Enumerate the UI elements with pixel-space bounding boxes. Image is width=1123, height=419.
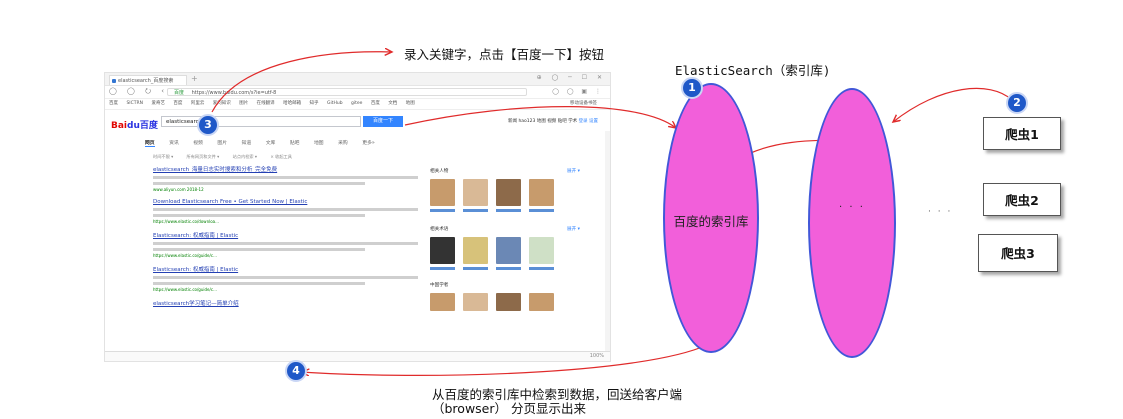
crawler-2-box: 爬虫2	[983, 183, 1061, 216]
crawler-3-box: 爬虫3	[978, 234, 1058, 272]
arrow-to-top-note	[211, 52, 392, 113]
step-1-badge: 1	[681, 77, 703, 99]
baidu-index-label: 百度的索引库	[673, 214, 749, 229]
crawler-index-ellipse	[808, 88, 896, 358]
step-2-badge: 2	[1006, 92, 1028, 114]
arrow-search-to-index	[404, 106, 676, 128]
step-4-badge: 4	[285, 360, 307, 382]
es-index-title: ElasticSearch（索引库)	[675, 63, 831, 78]
crawler-1-box: 爬虫1	[983, 117, 1061, 150]
step3-note: 录入关键字，点击【百度一下】按钮	[404, 47, 605, 62]
step-3-badge: 3	[197, 114, 219, 136]
step4-note: 从百度的索引库中检索到数据，回送给客户端（browser） 分页显示出来	[432, 387, 683, 416]
arrow-index-to-client	[302, 344, 708, 375]
more-crawlers-ellipsis: · · ·	[928, 207, 953, 217]
inner-ellipsis: · · ·	[839, 202, 865, 213]
